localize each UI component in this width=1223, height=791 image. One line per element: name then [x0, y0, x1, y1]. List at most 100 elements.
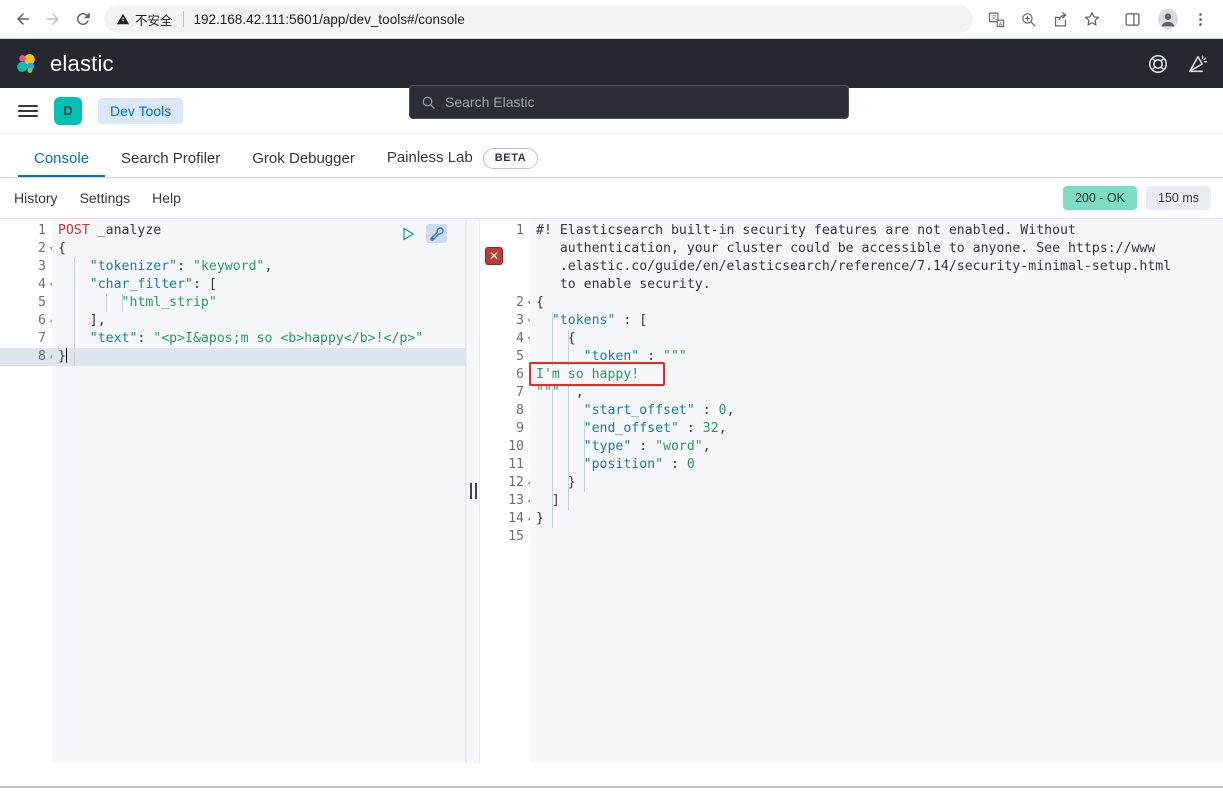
- code-token: : [: [615, 313, 648, 328]
- code-line[interactable]: to enable security.: [530, 276, 1223, 294]
- code-token: 32: [702, 421, 719, 436]
- code-token: "start_offset": [583, 403, 695, 418]
- code-line[interactable]: "text": "<p>I&apos;m so <b>happy</b>!</p…: [52, 330, 465, 348]
- address-bar[interactable]: 不安全 192.168.42.111:5601/app/dev_tools#/c…: [104, 5, 973, 33]
- bottom-fill: [0, 763, 1223, 786]
- code-token: "tokens": [551, 313, 616, 328]
- search-icon: [422, 96, 435, 109]
- tab-grok-debugger[interactable]: Grok Debugger: [236, 151, 371, 177]
- play-triangle-icon: [403, 227, 414, 240]
- code-token: "tokenizer": [89, 259, 178, 274]
- news-feed-button[interactable]: [1187, 53, 1209, 75]
- line-number: 4▾: [0, 276, 54, 294]
- error-x-icon[interactable]: ✕: [485, 247, 503, 265]
- hamburger-menu-icon[interactable]: [18, 104, 38, 117]
- back-button[interactable]: [8, 4, 38, 34]
- indent-guide: [567, 348, 569, 366]
- forward-button[interactable]: [38, 4, 68, 34]
- translate-button[interactable]: 文 A: [981, 4, 1011, 34]
- reload-icon: [76, 12, 90, 25]
- line-number: 12▴: [480, 474, 532, 492]
- code-line[interactable]: I'm so happy!: [530, 366, 1223, 384]
- global-search-box[interactable]: Search Elastic: [409, 85, 849, 119]
- line-number: 7: [38, 331, 46, 346]
- help-button[interactable]: [1147, 53, 1169, 75]
- code-line[interactable]: "char_filter": [: [52, 276, 465, 294]
- code-token: ,: [726, 403, 735, 418]
- response-editor-pane[interactable]: 1 2▾3▾4▾5 6 7 8 9 10 11 12▴13▴14▴15 #! Elasticse…: [480, 219, 1223, 763]
- line-number: 9: [516, 421, 524, 436]
- side-panel-button[interactable]: [1117, 4, 1147, 34]
- code-token: : [: [192, 277, 217, 292]
- code-line[interactable]: {: [530, 294, 1223, 312]
- indent-guide: [567, 492, 569, 510]
- arrow-right-icon: [47, 13, 59, 25]
- beta-badge: BETA: [482, 148, 539, 169]
- code-line[interactable]: "tokens" : [: [530, 312, 1223, 330]
- code-line[interactable]: "token" : """: [530, 348, 1223, 366]
- request-run-actions: [400, 224, 447, 243]
- console-menu-button[interactable]: [426, 224, 447, 243]
- indent-guide: [551, 330, 553, 348]
- code-line[interactable]: """ ,: [530, 384, 1223, 402]
- more-menu-button[interactable]: [1185, 4, 1215, 34]
- code-line[interactable]: }: [52, 348, 465, 366]
- code-line[interactable]: }: [530, 510, 1223, 528]
- security-status[interactable]: 不安全: [116, 10, 173, 29]
- reload-button[interactable]: [68, 4, 98, 34]
- line-number: 6: [516, 367, 524, 382]
- response-code[interactable]: #! Elasticsearch built-in security featu…: [530, 219, 1223, 763]
- request-code[interactable]: POST _analyze { "tokenizer": "keyword", "…: [52, 219, 465, 763]
- indent-guide: [551, 402, 553, 420]
- breadcrumb-dev-tools[interactable]: Dev Tools: [98, 97, 184, 124]
- text-caret: [65, 348, 67, 363]
- code-line[interactable]: "type" : "word",: [530, 438, 1223, 456]
- indent-guide: [583, 456, 585, 474]
- code-line[interactable]: authentication, your cluster could be ac…: [530, 240, 1223, 258]
- send-request-button[interactable]: [400, 226, 416, 242]
- tab-painless-lab[interactable]: Painless Lab BETA: [371, 148, 554, 177]
- response-gutter: 1 2▾3▾4▾5 6 7 8 9 10 11 12▴13▴14▴15: [480, 219, 532, 763]
- indent-guide: [551, 510, 553, 528]
- share-icon: [1054, 11, 1066, 26]
- profile-button[interactable]: [1153, 4, 1183, 34]
- code-line[interactable]: ]: [530, 492, 1223, 510]
- code-line[interactable]: "position" : 0: [530, 456, 1223, 474]
- line-number: 8: [516, 403, 524, 418]
- code-token: """: [663, 349, 687, 364]
- brand-logo[interactable]: elastic: [14, 51, 114, 77]
- svg-text:A: A: [998, 21, 1002, 27]
- bookmark-button[interactable]: [1077, 4, 1107, 34]
- code-line[interactable]: "start_offset" : 0,: [530, 402, 1223, 420]
- settings-link[interactable]: Settings: [80, 190, 131, 206]
- code-token: "type": [583, 439, 632, 454]
- share-button[interactable]: [1045, 4, 1075, 34]
- code-line[interactable]: "html_strip": [52, 294, 465, 312]
- drag-handle-icon: [469, 483, 477, 499]
- code-line[interactable]: "tokenizer": "keyword",: [52, 258, 465, 276]
- space-avatar[interactable]: D: [54, 96, 82, 125]
- line-number: 7: [516, 385, 524, 400]
- indent-guide: [73, 276, 75, 294]
- tab-console[interactable]: Console: [18, 151, 105, 177]
- code-line[interactable]: #! Elasticsearch built-in security featu…: [530, 222, 1223, 240]
- code-line[interactable]: [530, 528, 1223, 546]
- help-link[interactable]: Help: [152, 190, 181, 206]
- indent-guide: [73, 258, 75, 276]
- code-line[interactable]: }: [530, 474, 1223, 492]
- code-token: ,: [718, 421, 727, 436]
- pane-splitter[interactable]: [466, 219, 480, 763]
- history-link[interactable]: History: [14, 190, 58, 206]
- code-line[interactable]: "end_offset" : 32,: [530, 420, 1223, 438]
- code-line[interactable]: .elastic.co/guide/en/elasticsearch/refer…: [530, 258, 1223, 276]
- code-line[interactable]: {: [530, 330, 1223, 348]
- request-editor-pane[interactable]: 1 2▾3 4▾5 6▴7 8▴ POST _analyze { "tokenizer":…: [0, 219, 466, 763]
- profile-avatar-icon: [1157, 8, 1179, 30]
- code-line[interactable]: ],: [52, 312, 465, 330]
- line-number: 10: [508, 439, 524, 454]
- code-token: #! Elasticsearch built-in security featu…: [536, 223, 1076, 238]
- indent-guide: [583, 420, 585, 438]
- tab-search-profiler[interactable]: Search Profiler: [105, 151, 236, 177]
- zoom-button[interactable]: [1013, 4, 1043, 34]
- url-text[interactable]: 192.168.42.111:5601/app/dev_tools#/conso…: [194, 12, 465, 27]
